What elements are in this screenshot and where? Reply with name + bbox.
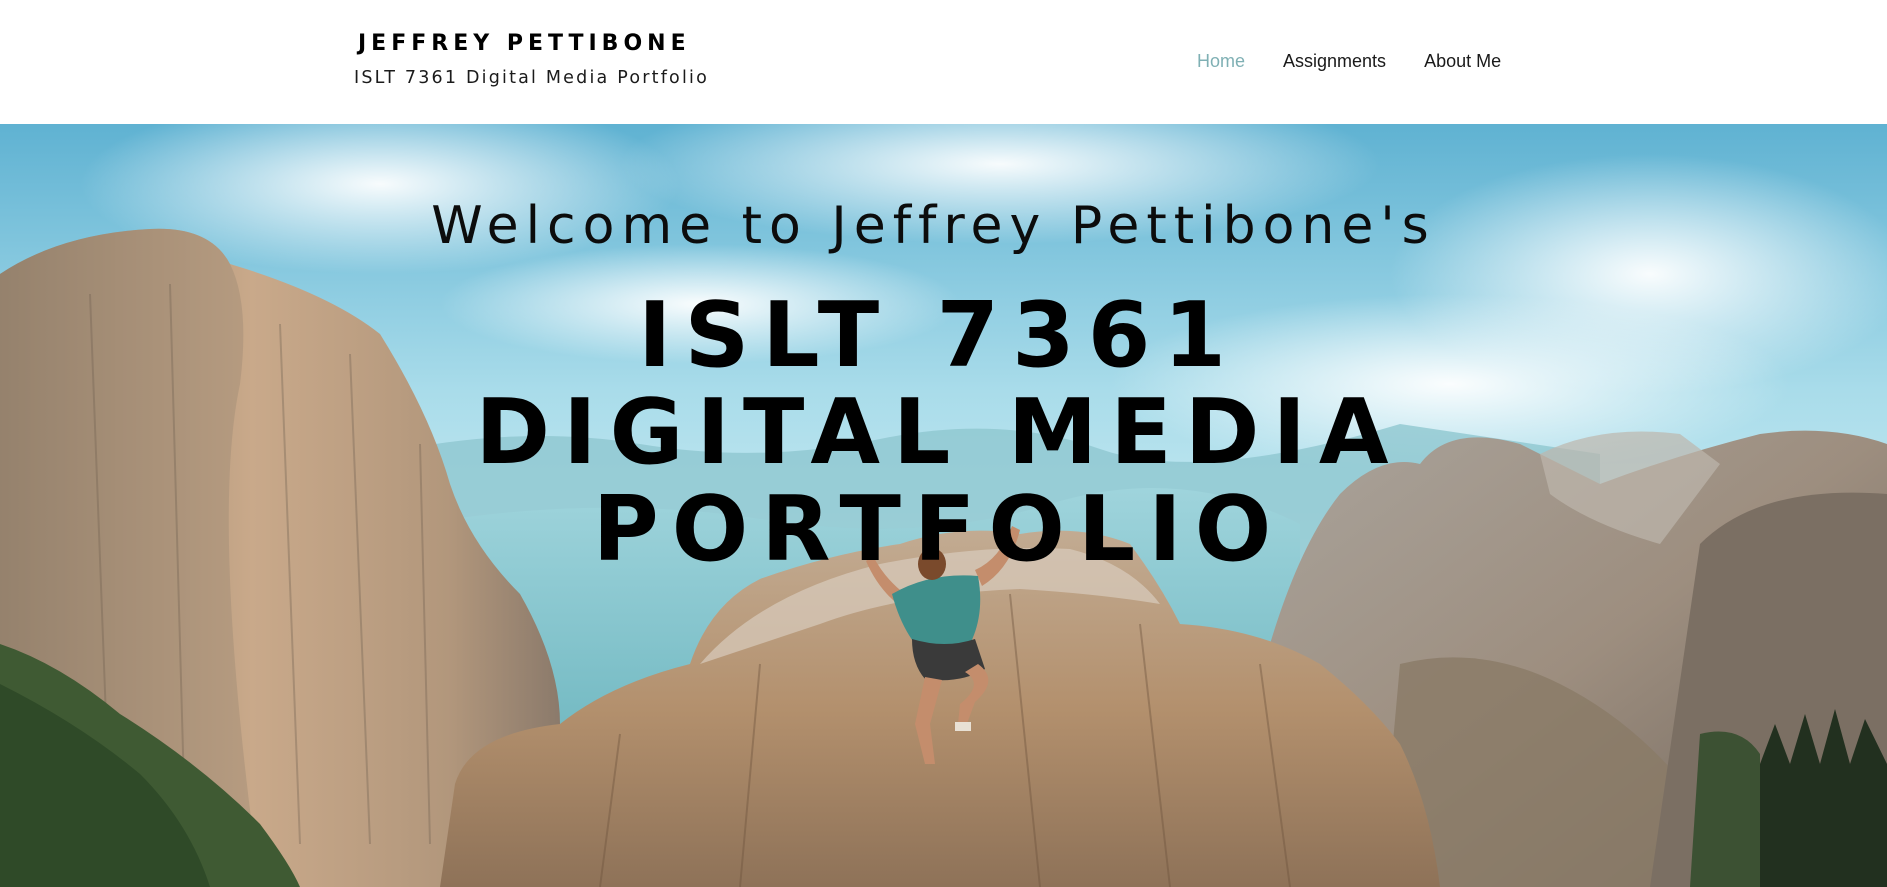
nav-home-link[interactable]: Home bbox=[1178, 51, 1264, 72]
hero-welcome-text: Welcome to Jeffrey Pettibone's bbox=[431, 196, 1436, 256]
nav-assignments-link[interactable]: Assignments bbox=[1264, 51, 1405, 72]
hero-title: ISLT 7361 DIGITAL MEDIA PORTFOLIO bbox=[0, 287, 1887, 578]
hero-title-line: PORTFOLIO bbox=[592, 477, 1285, 582]
main-nav: Home Assignments About Me bbox=[1178, 48, 1520, 74]
site-title[interactable]: JEFFREY PETTIBONE bbox=[358, 31, 691, 56]
site-subtitle: ISLT 7361 Digital Media Portfolio bbox=[354, 68, 709, 88]
hero-title-line: ISLT 7361 bbox=[638, 283, 1239, 388]
nav-about-me-link[interactable]: About Me bbox=[1405, 51, 1520, 72]
site-header: JEFFREY PETTIBONE ISLT 7361 Digital Medi… bbox=[0, 0, 1887, 124]
page: JEFFREY PETTIBONE ISLT 7361 Digital Medi… bbox=[0, 0, 1887, 887]
hero-title-line: DIGITAL MEDIA bbox=[475, 380, 1402, 485]
hero-section: Welcome to Jeffrey Pettibone's ISLT 7361… bbox=[0, 124, 1887, 887]
